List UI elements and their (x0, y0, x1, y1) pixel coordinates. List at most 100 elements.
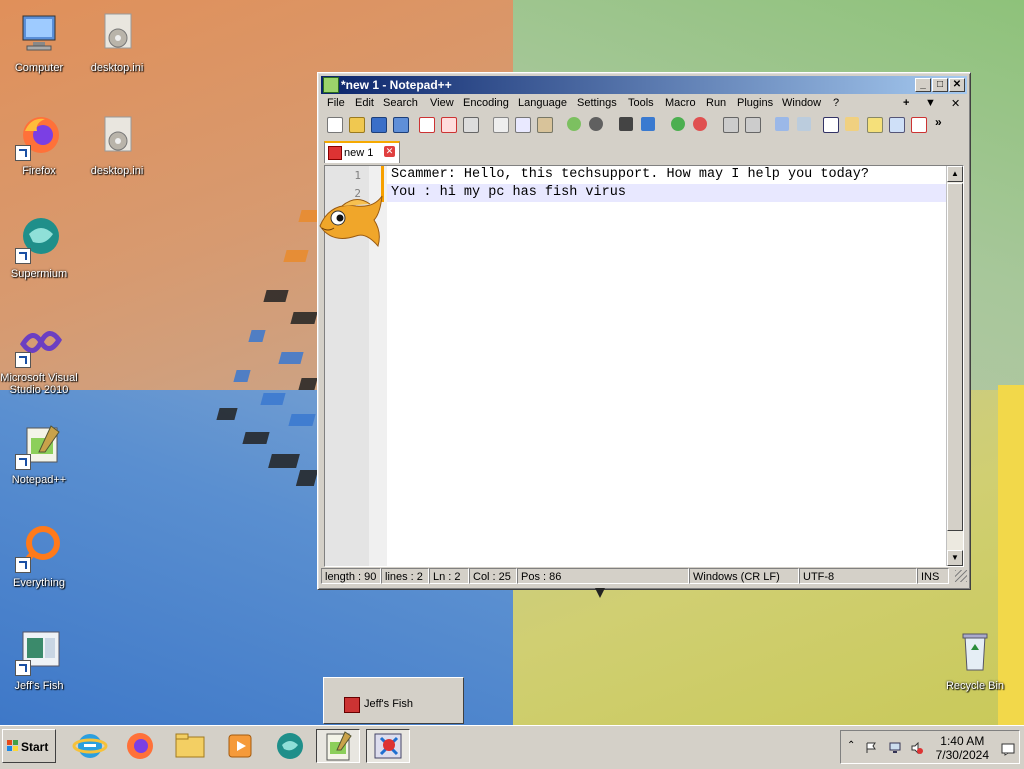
find-icon[interactable] (617, 115, 635, 133)
zoom-in-icon[interactable] (669, 115, 687, 133)
minimize-button[interactable]: _ (915, 78, 931, 92)
fish-sprite[interactable] (316, 192, 386, 248)
menu-encoding[interactable]: Encoding (463, 97, 509, 109)
desktop-icon-firefox[interactable]: Firefox (0, 113, 78, 177)
menu-edit[interactable]: Edit (355, 97, 374, 109)
indent-guide-icon[interactable] (821, 115, 839, 133)
save-all-icon[interactable] (391, 115, 409, 133)
menu-view[interactable]: View (430, 97, 454, 109)
add-new-button[interactable]: + (903, 97, 909, 109)
wallpaper-tile (263, 290, 289, 302)
notepad-plus-plus-window[interactable]: *new 1 - Notepad++ _ □ ✕ File Edit Searc… (317, 72, 971, 590)
close-all-icon[interactable] (439, 115, 457, 133)
desktop-icon-notepad-plus-plus[interactable]: Notepad++ (0, 422, 78, 486)
menu-help[interactable]: ? (833, 97, 839, 109)
taskbar-file-explorer[interactable] (168, 729, 212, 763)
menu-settings[interactable]: Settings (577, 97, 617, 109)
menu-plugins[interactable]: Plugins (737, 97, 773, 109)
sync-vertical-icon[interactable] (721, 115, 739, 133)
desktop-icon-desktop-ini-2[interactable]: desktop.ini (78, 113, 156, 177)
taskbar-supermium[interactable] (268, 729, 312, 763)
desktop-icon-visual-studio[interactable]: Microsoft Visual Studio 2010 (0, 320, 78, 396)
close-document-icon[interactable]: ✕ (951, 97, 960, 110)
clock-date: 7/30/2024 (935, 748, 989, 762)
show-all-chars-icon[interactable] (795, 115, 813, 133)
vertical-scrollbar[interactable]: ▲ ▼ (946, 166, 963, 566)
tab-label: new 1 (344, 147, 374, 159)
jeffs-fish-window[interactable]: Jeff's Fish (323, 677, 464, 724)
scroll-up-icon[interactable]: ▲ (947, 166, 963, 182)
jeffs-fish-app-icon (15, 628, 63, 676)
shortcut-arrow-icon (15, 454, 31, 470)
tab-new-1[interactable]: new 1 ✕ (324, 141, 400, 163)
desktop-icon-recycle-bin[interactable]: Recycle Bin (936, 628, 1014, 692)
cut-icon[interactable] (491, 115, 509, 133)
desktop-icon-jeffs-fish[interactable]: Jeff's Fish (0, 628, 78, 692)
shortcut-arrow-icon (15, 557, 31, 573)
taskbar-media-player[interactable] (218, 729, 262, 763)
new-file-icon[interactable] (325, 115, 343, 133)
title-bar[interactable]: *new 1 - Notepad++ _ □ ✕ (321, 76, 967, 94)
settings-file-icon (93, 10, 141, 58)
show-hidden-icons-icon[interactable]: ⌃ (847, 740, 855, 751)
resize-grip-icon[interactable] (955, 570, 967, 582)
taskbar-internet-explorer[interactable] (68, 729, 112, 763)
redo-icon[interactable] (587, 115, 605, 133)
document-map-icon[interactable] (865, 115, 883, 133)
text-editor[interactable]: 1 2 Scammer: Hello, this techsupport. Ho… (324, 165, 964, 567)
desktop-icon-supermium[interactable]: Supermium (0, 216, 78, 280)
paste-icon[interactable] (535, 115, 553, 133)
start-button[interactable]: Start (2, 729, 56, 763)
network-icon[interactable] (889, 742, 901, 754)
everything-search-icon (15, 525, 63, 573)
menu-search[interactable]: Search (383, 97, 418, 109)
desktop-icon-everything[interactable]: Everything (0, 525, 78, 589)
replace-icon[interactable] (639, 115, 657, 133)
menu-macro[interactable]: Macro (665, 97, 696, 109)
menu-tools[interactable]: Tools (628, 97, 654, 109)
word-wrap-icon[interactable] (773, 115, 791, 133)
firefox-icon (127, 733, 153, 759)
function-list-icon[interactable] (887, 115, 905, 133)
shortcut-arrow-icon (15, 248, 31, 264)
print-icon[interactable] (461, 115, 479, 133)
internet-explorer-icon (72, 734, 108, 758)
notifications-icon[interactable] (1001, 742, 1015, 756)
clock[interactable]: 1:40 AM 7/30/2024 (936, 734, 989, 762)
menu-window[interactable]: Window (782, 97, 821, 109)
monitoring-icon[interactable] (909, 115, 927, 133)
scroll-down-icon[interactable]: ▼ (947, 550, 963, 566)
open-file-icon[interactable] (347, 115, 365, 133)
supermium-icon (15, 216, 63, 264)
menu-file[interactable]: File (327, 97, 345, 109)
text-line[interactable]: Scammer: Hello, this techsupport. How ma… (387, 166, 951, 184)
scroll-thumb[interactable] (947, 183, 963, 531)
copy-icon[interactable] (513, 115, 531, 133)
text-line-current[interactable]: You : hi my pc has fish virus (387, 184, 951, 202)
maximize-button[interactable]: □ (932, 78, 948, 92)
taskbar-jeffs-fish[interactable] (366, 729, 410, 763)
close-file-icon[interactable] (417, 115, 435, 133)
tab-close-icon[interactable]: ✕ (384, 146, 395, 157)
folder-as-workspace-icon[interactable] (843, 115, 861, 133)
media-player-icon (228, 734, 252, 758)
tab-list-dropdown-icon[interactable]: ▼ (925, 97, 936, 109)
desktop-icon-desktop-ini[interactable]: desktop.ini (78, 10, 156, 74)
close-button[interactable]: ✕ (949, 78, 965, 92)
taskbar-firefox[interactable] (118, 729, 162, 763)
menu-language[interactable]: Language (518, 97, 567, 109)
save-icon[interactable] (369, 115, 387, 133)
toolbar-overflow-icon[interactable]: » (935, 115, 953, 133)
shortcut-arrow-icon (15, 352, 31, 368)
wallpaper-tile (290, 312, 318, 324)
status-encoding: UTF-8 (799, 568, 917, 584)
volume-muted-icon[interactable] (911, 741, 923, 755)
menu-run[interactable]: Run (706, 97, 726, 109)
desktop-icon-computer[interactable]: Computer (0, 10, 78, 74)
taskbar-notepad-plus-plus[interactable] (316, 729, 360, 763)
undo-icon[interactable] (565, 115, 583, 133)
action-center-flag-icon[interactable] (865, 742, 877, 754)
sync-horizontal-icon[interactable] (743, 115, 761, 133)
notepad-plus-plus-icon (326, 731, 352, 761)
zoom-out-icon[interactable] (691, 115, 709, 133)
